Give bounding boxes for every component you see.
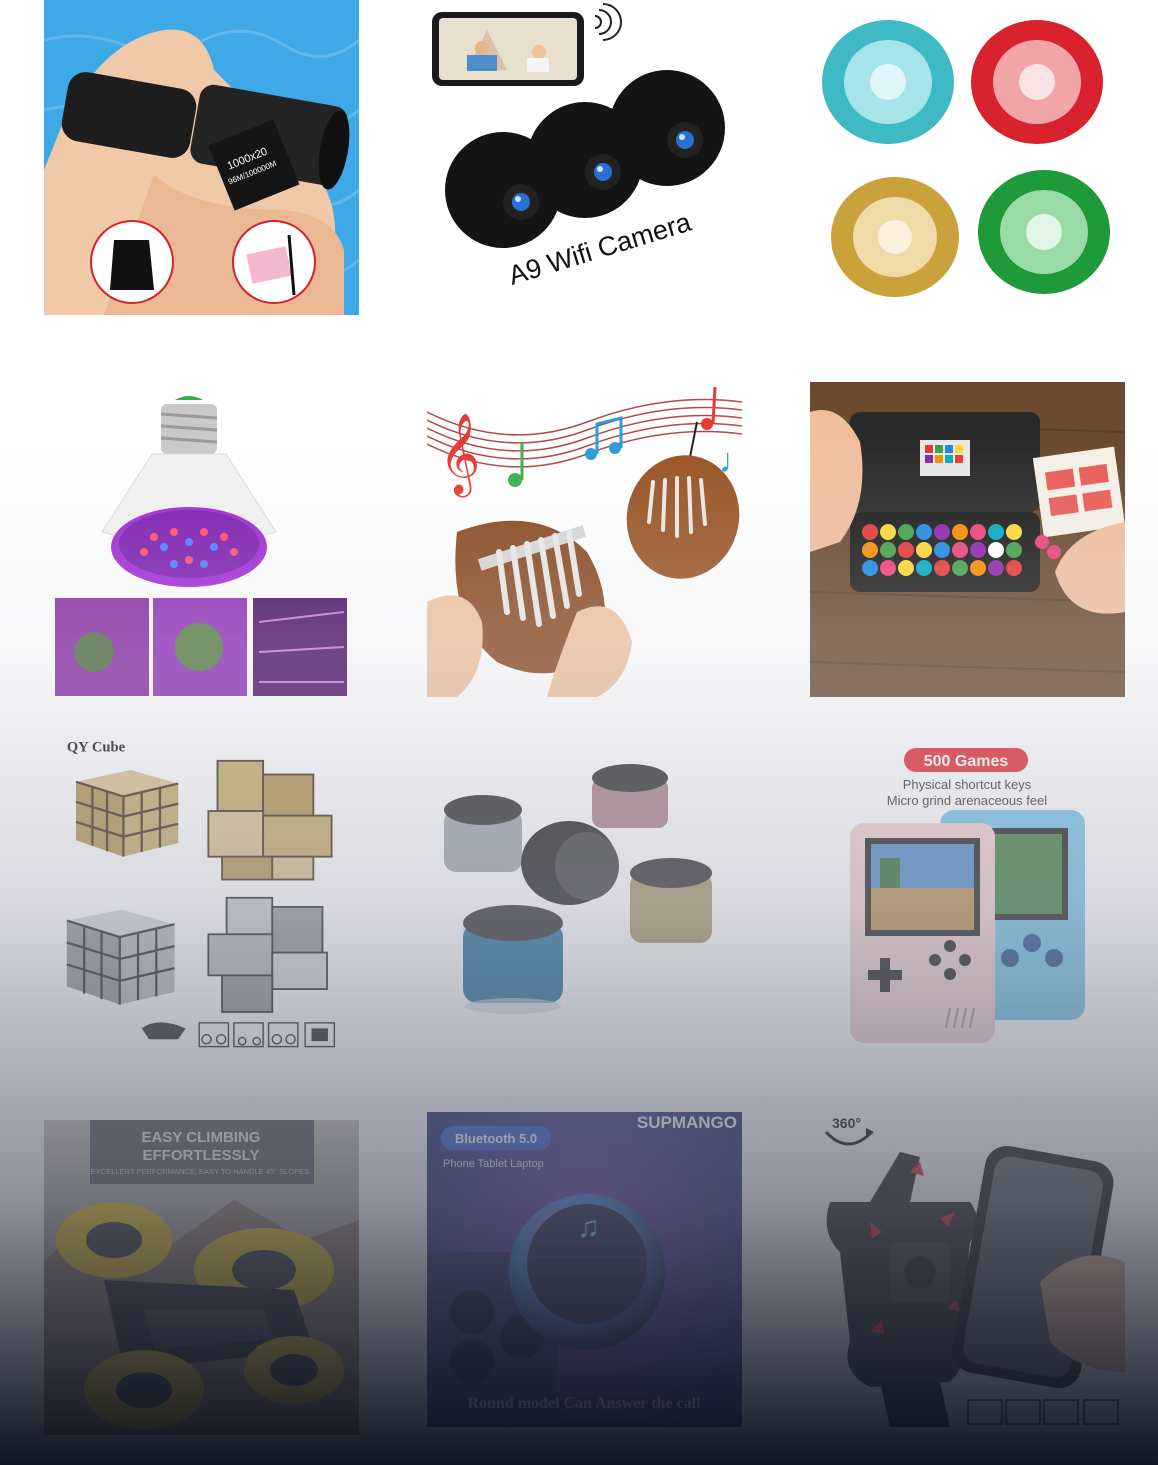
- product-tile-handheld-game-console[interactable]: 500 Games Physical shortcut keys Micro g…: [810, 738, 1125, 1053]
- bead-puzzle-image: [810, 382, 1125, 697]
- product-tile-phone-holder[interactable]: 360°: [810, 1112, 1125, 1427]
- product-tile-metal-yoyo[interactable]: [810, 0, 1125, 315]
- product-tile-mini-kalimba[interactable]: 𝄞 ♩: [427, 382, 742, 697]
- metal-yoyo-image: [810, 0, 1125, 315]
- product-tile-mirror-cube[interactable]: QY Cube: [44, 738, 359, 1053]
- mirror-cube-brand: QY Cube: [67, 740, 126, 756]
- stunt-car-headline-1: EASY CLIMBING: [142, 1129, 261, 1146]
- stunt-car-subline: EXCELLENT PERFORMANCE, EASY TO HANDLE 45…: [91, 1167, 311, 1176]
- mirror-cube-image: QY Cube: [57, 738, 346, 1053]
- product-tile-grow-light-bulb[interactable]: [44, 382, 359, 697]
- console-feature-2: Micro grind arenaceous feel: [887, 793, 1048, 808]
- product-tile-bluetooth-speaker[interactable]: SUPMANGO Bluetooth 5.0 Phone Tablet Lapt…: [427, 1112, 742, 1427]
- console-feature-1: Physical shortcut keys: [903, 777, 1032, 792]
- speaker-call-text: Round model Can Answer the call: [467, 1395, 701, 1412]
- product-tile-wifi-camera[interactable]: A9 Wifi Camera: [427, 0, 742, 315]
- product-tile-bead-puzzle[interactable]: [810, 382, 1125, 697]
- product-tile-monocular-telescope[interactable]: 1000x20 96M/100000M: [44, 0, 359, 315]
- handheld-game-console-image: 500 Games Physical shortcut keys Micro g…: [810, 738, 1125, 1053]
- phone-holder-image: 360°: [810, 1112, 1125, 1427]
- monocular-telescope-image: 1000x20 96M/100000M: [44, 0, 359, 315]
- product-image-grid: 1000x20 96M/100000M A9 Wifi Camera 𝄞 ♩ Q…: [0, 0, 1158, 1465]
- stunt-car-headline-2: EFFORTLESSLY: [143, 1147, 260, 1164]
- svg-text:♫: ♫: [577, 1211, 600, 1244]
- svg-text:𝄞: 𝄞: [439, 414, 480, 497]
- stunt-car-image: EASY CLIMBING EFFORTLESSLY EXCELLENT PER…: [44, 1120, 359, 1435]
- speaker-devices-text: Phone Tablet Laptop: [443, 1158, 544, 1170]
- wifi-camera-image: A9 Wifi Camera: [427, 0, 742, 315]
- speaker-brand: SUPMANGO: [637, 1113, 737, 1132]
- product-tile-mini-speaker[interactable]: [427, 738, 742, 1053]
- product-tile-stunt-car[interactable]: EASY CLIMBING EFFORTLESSLY EXCELLENT PER…: [44, 1120, 359, 1435]
- speaker-bluetooth-badge: Bluetooth 5.0: [455, 1131, 537, 1146]
- mini-speaker-image: [427, 738, 742, 1053]
- grow-light-bulb-image: [44, 382, 359, 697]
- phone-holder-rotation: 360°: [832, 1115, 861, 1131]
- bluetooth-speaker-image: SUPMANGO Bluetooth 5.0 Phone Tablet Lapt…: [427, 1112, 742, 1427]
- console-games-badge: 500 Games: [924, 753, 1009, 770]
- mini-kalimba-image: 𝄞 ♩: [427, 382, 742, 697]
- svg-text:♩: ♩: [719, 443, 742, 480]
